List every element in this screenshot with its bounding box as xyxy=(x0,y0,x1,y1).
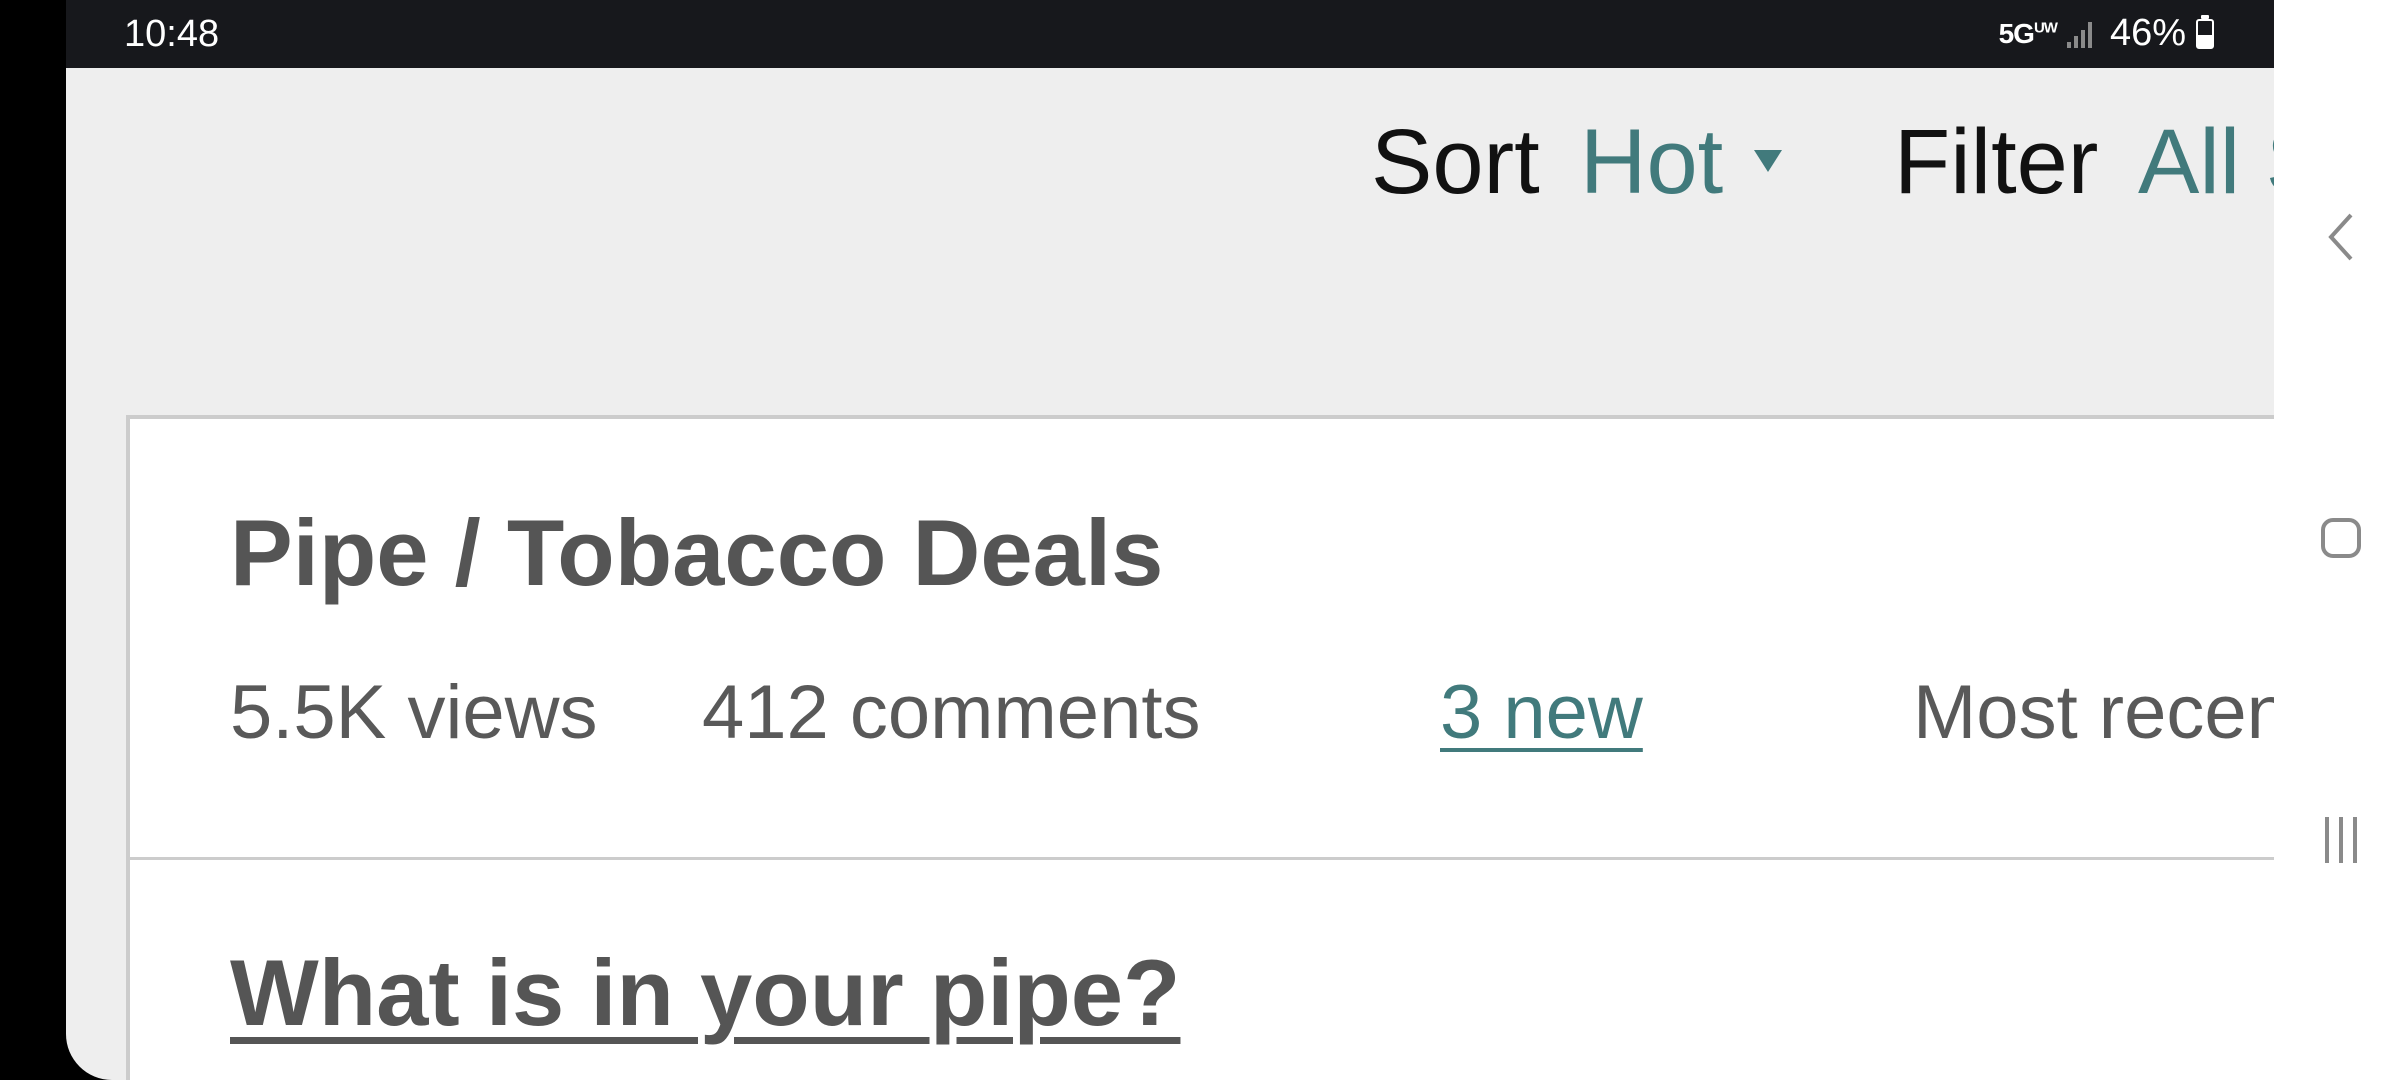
system-nav-bar xyxy=(2274,0,2408,1080)
network-type: 5G xyxy=(1998,17,2035,49)
sort-label: Sort xyxy=(1371,111,1540,213)
filter-label: Filter xyxy=(1894,111,2099,213)
battery-level xyxy=(2198,34,2212,47)
category-title[interactable]: Pipe / Tobacco Deals xyxy=(230,499,1163,607)
chevron-left-icon[interactable] xyxy=(2309,205,2373,269)
status-indicators: 5GUW 46% xyxy=(1999,12,2214,55)
app-screen: 10:48 5GUW 46% Sort Hot Filter All S Pip… xyxy=(66,0,2274,1080)
views-count: 5.5K views xyxy=(230,670,598,755)
caret-down-icon[interactable] xyxy=(1754,150,1782,172)
recent-apps-icon[interactable] xyxy=(2309,808,2373,872)
network-indicator: 5GUW xyxy=(1998,17,2058,50)
signal-icon xyxy=(2066,20,2092,48)
home-square-icon[interactable] xyxy=(2309,506,2373,570)
status-bar: 10:48 5GUW 46% xyxy=(66,0,2274,68)
new-comments-link[interactable]: 3 new xyxy=(1440,669,1643,756)
sort-dropdown[interactable]: Hot xyxy=(1580,110,1723,215)
thread-title-link[interactable]: What is in your pipe? xyxy=(230,939,1180,1047)
battery-icon xyxy=(2196,14,2214,49)
battery-percent: 46% xyxy=(2109,12,2186,54)
filter-dropdown[interactable]: All S xyxy=(2138,110,2274,215)
list-controls: Sort Hot Filter All S xyxy=(66,110,2274,213)
status-time: 10:48 xyxy=(124,13,220,55)
most-recent-by: Most recent by O xyxy=(1913,670,2274,755)
divider xyxy=(130,857,2274,860)
network-suffix: UW xyxy=(2033,19,2058,37)
category-card: Pipe / Tobacco Deals 5.5K views 412 comm… xyxy=(126,415,2274,1080)
comments-count: 412 comments xyxy=(702,670,1201,755)
